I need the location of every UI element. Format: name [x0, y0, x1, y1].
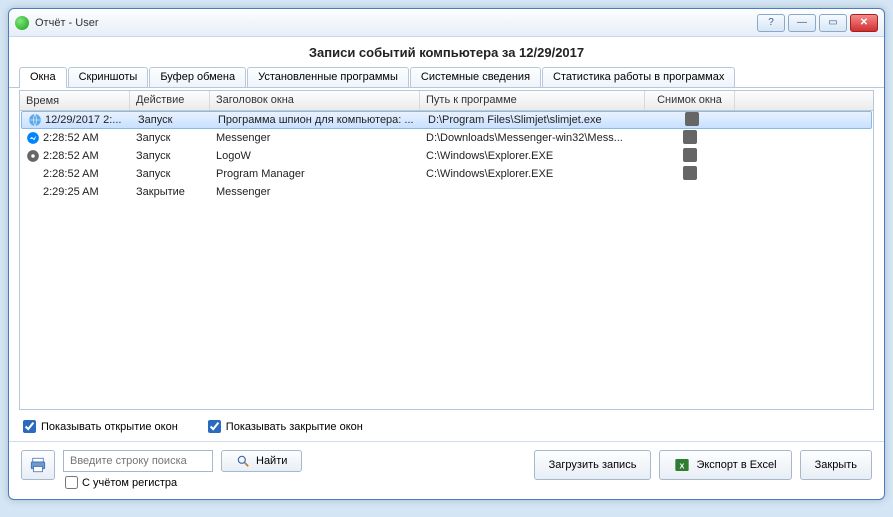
case-label: С учётом регистра	[82, 477, 177, 489]
show-open-checkbox[interactable]	[23, 420, 36, 433]
cell-path: C:\Windows\Explorer.EXE	[420, 149, 645, 163]
screenshot-thumb-icon[interactable]	[683, 148, 697, 162]
cell-time: 2:29:25 AM	[20, 184, 130, 200]
tab-статистика-работы-в-программах[interactable]: Статистика работы в программах	[542, 67, 735, 87]
cell-action: Запуск	[130, 149, 210, 163]
search-group: С учётом регистра	[63, 450, 213, 489]
window-title: Отчёт - User	[35, 17, 754, 29]
case-sensitive-check[interactable]: С учётом регистра	[65, 476, 213, 489]
screenshot-thumb-icon[interactable]	[683, 166, 697, 180]
globe-icon	[28, 113, 42, 127]
none-icon	[26, 185, 40, 199]
export-excel-button[interactable]: X Экспорт в Excel	[659, 450, 791, 480]
tab-установленные-программы[interactable]: Установленные программы	[247, 67, 409, 87]
cell-time: 2:28:52 AM	[20, 148, 130, 164]
col-screenshot[interactable]: Снимок окна	[645, 91, 735, 110]
cell-time: 12/29/2017 2:...	[22, 112, 132, 128]
col-action[interactable]: Действие	[130, 91, 210, 110]
col-window-title[interactable]: Заголовок окна	[210, 91, 420, 110]
search-icon	[236, 454, 250, 468]
load-record-button[interactable]: Загрузить запись	[534, 450, 652, 480]
cell-screenshot	[645, 191, 735, 193]
cell-title: Messenger	[210, 185, 420, 199]
show-open-label: Показывать открытие окон	[41, 421, 178, 433]
table-row[interactable]: 2:28:52 AMЗапускProgram ManagerC:\Window…	[20, 165, 873, 183]
cell-action: Запуск	[130, 167, 210, 181]
excel-label: Экспорт в Excel	[696, 459, 776, 471]
cell-path: C:\Windows\Explorer.EXE	[420, 167, 645, 181]
close-window-button[interactable]: ✕	[850, 14, 878, 32]
table-row[interactable]: 12/29/2017 2:...ЗапускПрограмма шпион дл…	[21, 111, 872, 129]
cell-title: Program Manager	[210, 167, 420, 181]
table-row[interactable]: 2:28:52 AMЗапускMessengerD:\Downloads\Me…	[20, 129, 873, 147]
excel-icon: X	[674, 457, 690, 473]
event-table: Время Действие Заголовок окна Путь к про…	[19, 90, 874, 410]
cell-path: D:\Program Files\Slimjet\slimjet.exe	[422, 113, 647, 127]
show-close-checkbox[interactable]	[208, 420, 221, 433]
tab-буфер-обмена[interactable]: Буфер обмена	[149, 67, 246, 87]
none-icon	[26, 167, 40, 181]
minimize-button[interactable]: ―	[788, 14, 816, 32]
svg-text:X: X	[680, 461, 685, 470]
titlebar: Отчёт - User ? ― ▭ ✕	[9, 9, 884, 37]
cell-action: Закрытие	[130, 185, 210, 199]
col-time[interactable]: Время	[20, 91, 130, 110]
cell-title: Программа шпион для компьютера: ...	[212, 113, 422, 127]
tabstrip: ОкнаСкриншотыБуфер обменаУстановленные п…	[9, 66, 884, 88]
tab-системные-сведения[interactable]: Системные сведения	[410, 67, 541, 87]
help-button[interactable]: ?	[757, 14, 785, 32]
cell-screenshot	[645, 129, 735, 148]
tab-скриншоты[interactable]: Скриншоты	[68, 67, 149, 87]
find-button[interactable]: Найти	[221, 450, 302, 472]
col-path[interactable]: Путь к программе	[420, 91, 645, 110]
app-icon	[15, 16, 29, 30]
messenger-icon	[26, 131, 40, 145]
filter-checks: Показывать открытие окон Показывать закр…	[9, 416, 884, 441]
report-window: Отчёт - User ? ― ▭ ✕ Записи событий комп…	[8, 8, 885, 500]
table-row[interactable]: 2:28:52 AMЗапускLogoWC:\Windows\Explorer…	[20, 147, 873, 165]
show-open-check[interactable]: Показывать открытие окон	[23, 420, 178, 433]
table-header: Время Действие Заголовок окна Путь к про…	[20, 91, 873, 111]
screenshot-thumb-icon[interactable]	[683, 130, 697, 144]
cell-title: Messenger	[210, 131, 420, 145]
screenshot-thumb-icon[interactable]	[685, 112, 699, 126]
cell-action: Запуск	[132, 113, 212, 127]
find-label: Найти	[256, 455, 287, 467]
cell-path	[420, 191, 645, 193]
cell-screenshot	[645, 165, 735, 184]
gear-icon	[26, 149, 40, 163]
load-label: Загрузить запись	[549, 459, 637, 471]
close-button[interactable]: Закрыть	[800, 450, 872, 480]
cell-screenshot	[645, 147, 735, 166]
show-close-label: Показывать закрытие окон	[226, 421, 363, 433]
case-checkbox[interactable]	[65, 476, 78, 489]
table-body[interactable]: 12/29/2017 2:...ЗапускПрограмма шпион дл…	[20, 111, 873, 409]
print-button[interactable]	[21, 450, 55, 480]
cell-time: 2:28:52 AM	[20, 130, 130, 146]
cell-screenshot	[647, 111, 737, 130]
cell-title: LogoW	[210, 149, 420, 163]
show-close-check[interactable]: Показывать закрытие окон	[208, 420, 363, 433]
search-input[interactable]	[63, 450, 213, 472]
cell-time: 2:28:52 AM	[20, 166, 130, 182]
printer-icon	[29, 456, 47, 474]
page-title: Записи событий компьютера за 12/29/2017	[9, 37, 884, 66]
table-row[interactable]: 2:29:25 AMЗакрытиеMessenger	[20, 183, 873, 201]
cell-path: D:\Downloads\Messenger-win32\Mess...	[420, 131, 645, 145]
close-label: Закрыть	[815, 459, 857, 471]
tab-окна[interactable]: Окна	[19, 67, 67, 88]
footer-toolbar: С учётом регистра Найти Загрузить запись…	[9, 441, 884, 499]
maximize-button[interactable]: ▭	[819, 14, 847, 32]
cell-action: Запуск	[130, 131, 210, 145]
